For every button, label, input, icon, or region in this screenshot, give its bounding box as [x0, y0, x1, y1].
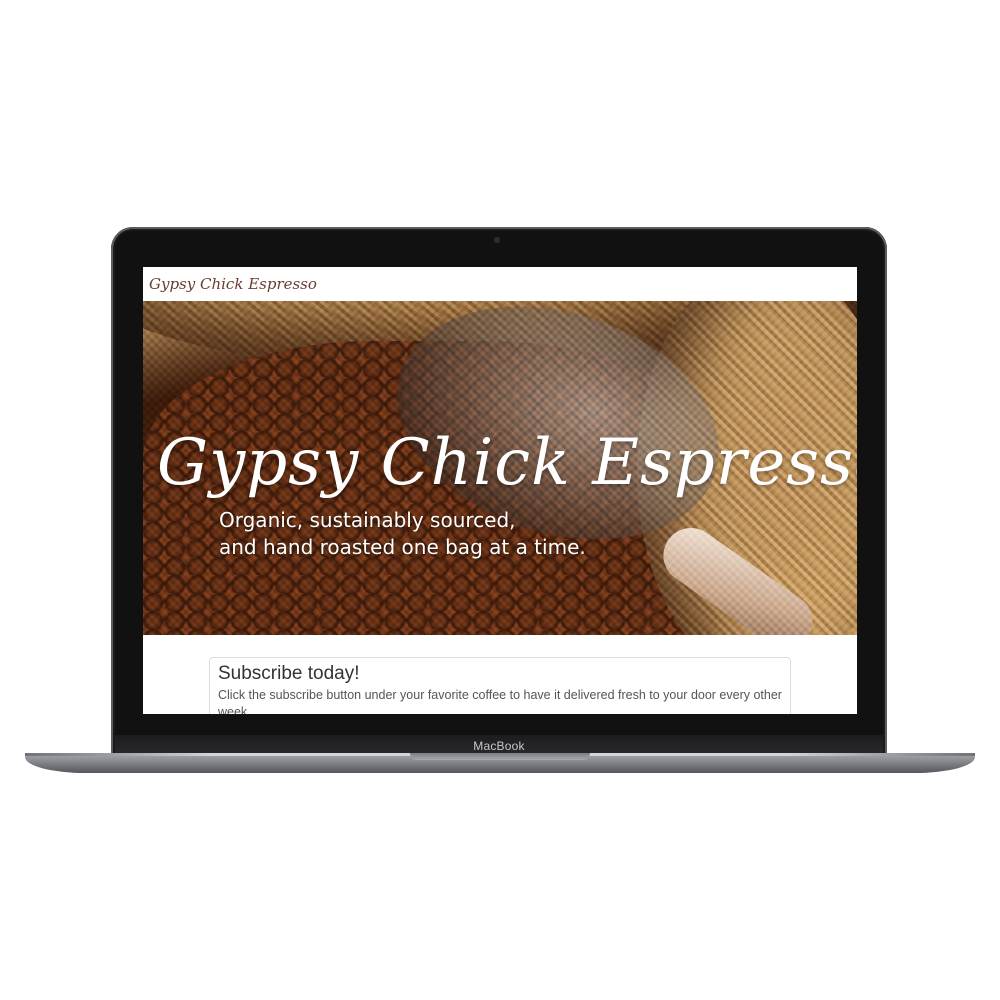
subscribe-title: Subscribe today! — [218, 663, 360, 684]
hero-title: Gypsy Chick Espresso — [157, 425, 857, 500]
hero-tagline-line: and hand roasted one bag at a time. — [219, 535, 586, 559]
hero-banner: Gypsy Chick Espresso Organic, sustainabl… — [143, 301, 857, 635]
camera-icon — [494, 237, 500, 243]
device-label: MacBook — [473, 739, 525, 753]
browser-viewport: Gypsy Chick Espresso Gypsy Chick Espress… — [143, 267, 857, 714]
navbar-brand-link[interactable]: Gypsy Chick Espresso — [149, 275, 317, 293]
hero-tagline-line: Organic, sustainably sourced, — [219, 508, 516, 532]
laptop-base — [25, 753, 975, 773]
laptop-notch — [410, 753, 590, 760]
main-content: Subscribe today! Click the subscribe but… — [143, 635, 857, 714]
hero-tagline: Organic, sustainably sourced, and hand r… — [219, 507, 586, 561]
subscribe-text: Click the subscribe button under your fa… — [218, 688, 782, 714]
navbar: Gypsy Chick Espresso — [143, 267, 857, 301]
subscribe-panel: Subscribe today! Click the subscribe but… — [209, 657, 791, 714]
